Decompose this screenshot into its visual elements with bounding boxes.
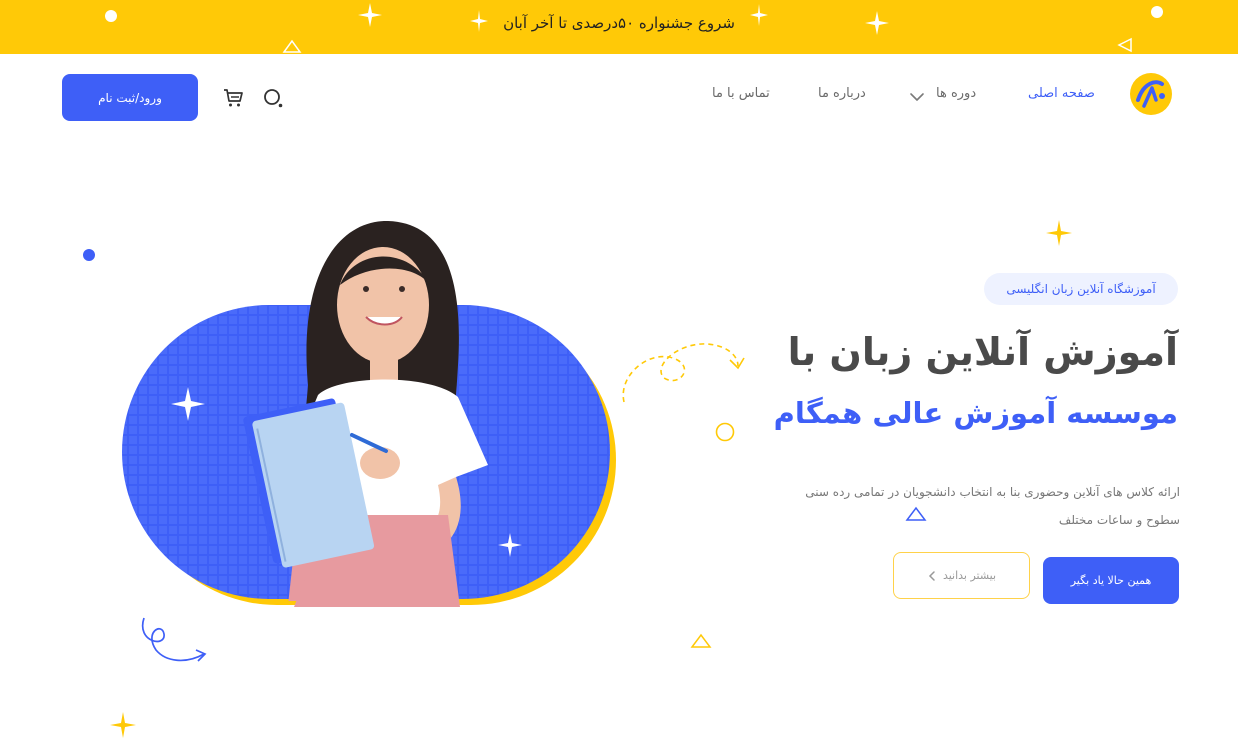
cart-icon xyxy=(224,89,243,107)
dot-decoration xyxy=(1151,6,1163,18)
chevron-down-icon[interactable] xyxy=(908,90,926,104)
nav-home[interactable]: صفحه اصلی xyxy=(1028,86,1095,110)
sparkle-icon xyxy=(865,11,889,35)
cart-button[interactable] xyxy=(219,84,247,112)
squiggle-arrow-decoration xyxy=(141,617,207,662)
hero-description: ارائه کلاس های آنلاین وحضوری بنا به انتخ… xyxy=(805,485,1180,527)
announcement-bar: شروع جشنواره ۵۰درصدی تا آخر آبان xyxy=(0,0,1238,54)
search-icon xyxy=(264,89,283,108)
dashed-arrow-decoration xyxy=(622,343,745,403)
nav-contact[interactable]: تماس با ما xyxy=(712,86,770,110)
triangle-decoration xyxy=(905,506,927,521)
hero-image xyxy=(122,220,616,607)
nav-about[interactable]: درباره ما xyxy=(818,86,866,110)
triangle-decoration xyxy=(690,633,712,648)
learn-now-button[interactable]: همین حالا یاد بگیر xyxy=(1043,557,1179,604)
dot-decoration xyxy=(83,249,95,261)
hero-title: آموزش آنلاین زبان با xyxy=(787,330,1178,374)
sparkle-icon xyxy=(1046,220,1072,246)
announcement-text: شروع جشنواره ۵۰درصدی تا آخر آبان xyxy=(503,14,735,32)
learn-more-label: بیشتر بدانید xyxy=(942,569,997,582)
sparkle-icon xyxy=(750,4,768,26)
sparkle-icon xyxy=(110,712,136,738)
nav-courses[interactable]: دوره ها xyxy=(936,86,976,110)
logo-icon[interactable] xyxy=(1126,70,1176,118)
circle-decoration xyxy=(715,422,735,442)
login-register-button[interactable]: ورود/ثبت نام xyxy=(62,74,198,121)
sparkle-icon xyxy=(470,10,488,32)
triangle-decoration xyxy=(1117,37,1132,53)
dot-decoration xyxy=(105,10,117,22)
chevron-left-icon xyxy=(928,570,935,581)
triangle-decoration xyxy=(282,39,302,53)
hero-badge: آموزشگاه آنلاین زبان انگلیسی xyxy=(984,273,1178,305)
sparkle-icon xyxy=(358,3,382,27)
search-button[interactable] xyxy=(259,84,287,112)
learn-more-button[interactable]: بیشتر بدانید xyxy=(893,552,1030,599)
hero-subtitle: موسسه آموزش عالی همگام xyxy=(773,396,1178,430)
